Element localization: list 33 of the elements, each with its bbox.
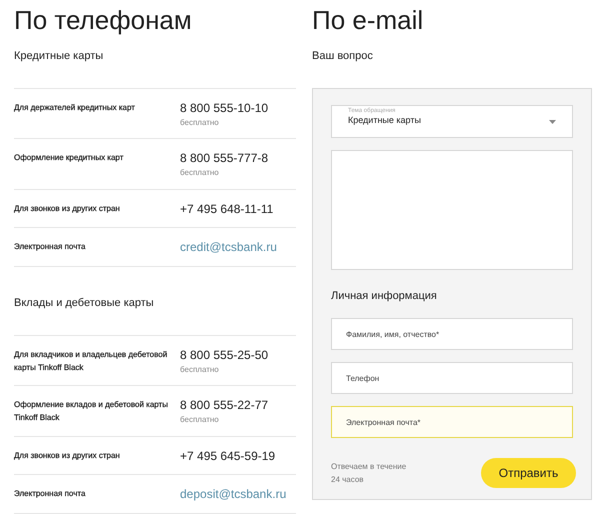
contact-label: Электронная почта — [14, 241, 86, 254]
message-field[interactable] — [331, 150, 573, 270]
personal-info-title: Личная информация — [331, 290, 437, 304]
submit-button[interactable]: Отправить — [481, 458, 576, 488]
contact-label: Для вкладчиков и владельцев дебетовой карты Tinkoff Black — [14, 349, 168, 374]
phone-number: +7 495 648-11-11 — [180, 202, 274, 218]
phone-number: 8 800 555-22-77 — [180, 398, 268, 414]
contact-label: Оформление вкладов и дебетовой карты Tinkoff Black — [14, 399, 169, 424]
email-link[interactable]: credit@tcsbank.ru — [180, 240, 277, 256]
group-title: Кредитные карты — [14, 49, 104, 64]
phone-number: 8 800 555-10-10 — [180, 101, 268, 116]
phone-number: 8 800 555-777-8 — [180, 151, 268, 166]
section-title: По телефонам — [14, 4, 192, 37]
contact-label: Оформление кредитных карт — [14, 152, 124, 164]
input-field[interactable]: Телефон — [331, 362, 573, 394]
contact-label: Для звонков из других стран — [14, 450, 121, 462]
free-note: бесплатно — [180, 415, 219, 424]
response-note: Отвечаем в течение 24 часов — [331, 461, 408, 486]
caret-icon — [549, 120, 556, 124]
input-field[interactable]: Фамилия, имя, отчество* — [331, 318, 573, 350]
contact-label: Для звонков из других стран — [14, 203, 121, 216]
contact-label: Для держателей кредитных карт — [14, 102, 136, 114]
group-title: Вклады и дебетовые карты — [14, 296, 154, 311]
email-link[interactable]: deposit@tcsbank.ru — [180, 487, 286, 502]
form-title: Ваш вопрос — [312, 49, 373, 64]
free-note: бесплатно — [180, 168, 219, 178]
section-title: По e-mail — [312, 4, 424, 37]
phone-number: +7 495 645-59-19 — [180, 449, 276, 464]
phone-number: 8 800 555-25-50 — [180, 348, 268, 363]
free-note: бесплатно — [180, 118, 219, 127]
free-note: бесплатно — [180, 365, 219, 374]
input-field[interactable]: Электронная почта* — [331, 406, 573, 438]
contact-label: Электронная почта — [14, 488, 86, 500]
